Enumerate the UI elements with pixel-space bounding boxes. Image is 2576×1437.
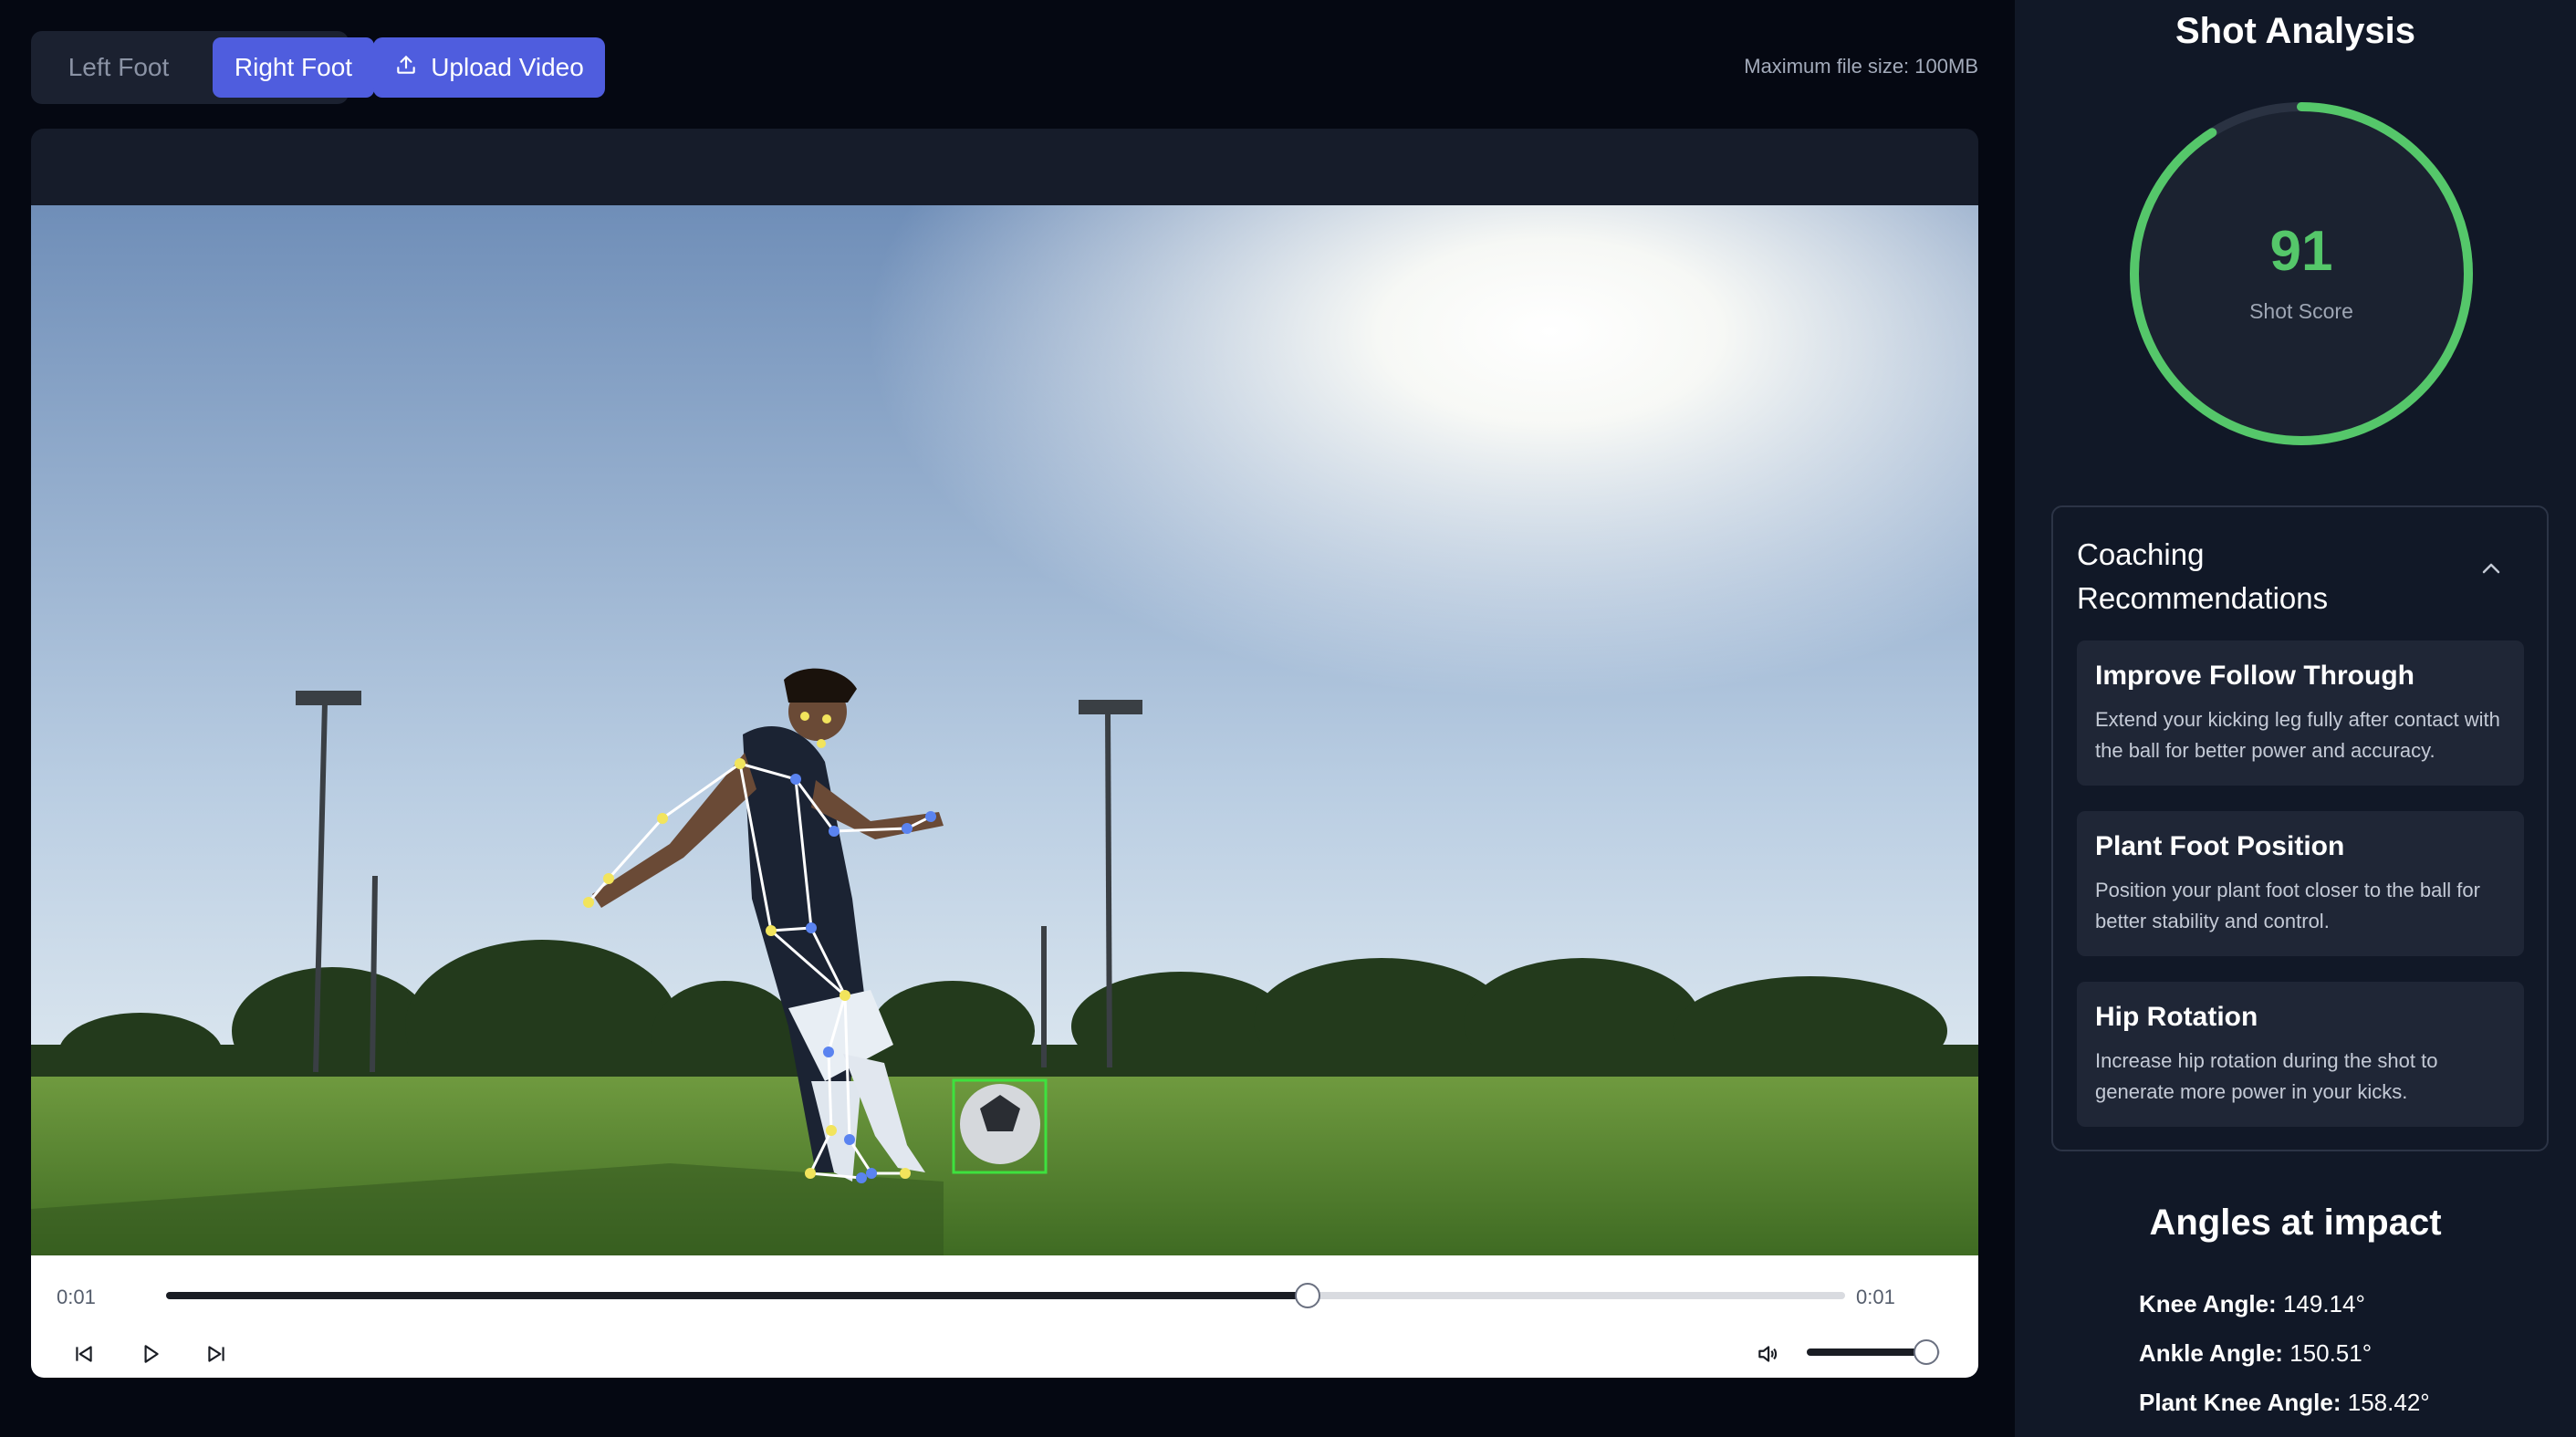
volume-icon[interactable] bbox=[1749, 1336, 1786, 1372]
angle-value: 150.51° bbox=[2289, 1339, 2373, 1367]
seek-bar-handle[interactable] bbox=[1295, 1283, 1321, 1308]
recommendation-title: Hip Rotation bbox=[2095, 1002, 2258, 1032]
angle-label: Knee Angle: bbox=[2139, 1290, 2277, 1317]
max-file-size-note: Maximum file size: 100MB bbox=[1744, 55, 1978, 78]
angle-label: Plant Knee Angle: bbox=[2139, 1389, 2341, 1416]
angles-title: Angles at impact bbox=[2149, 1203, 2442, 1243]
current-time: 0:01 bbox=[57, 1286, 96, 1308]
upload-video-label: Upload Video bbox=[431, 53, 584, 81]
left-foot-button[interactable]: Left Foot bbox=[37, 37, 200, 98]
recommendation-card: Hip Rotation Increase hip rotation durin… bbox=[2077, 982, 2524, 1127]
volume-slider-level bbox=[1807, 1348, 1927, 1356]
recommendation-text: Increase hip rotation during the shot to… bbox=[2095, 1049, 2438, 1103]
seek-bar-progress bbox=[166, 1292, 1309, 1299]
chevron-up-icon[interactable] bbox=[2481, 562, 2501, 579]
recommendation-title: Plant Foot Position bbox=[2095, 831, 2345, 861]
ankle-angle: Ankle Angle: 150.51° bbox=[2139, 1339, 2372, 1368]
recommendation-card: Plant Foot Position Position your plant … bbox=[2077, 811, 2524, 956]
plant-knee-angle: Plant Knee Angle: 158.42° bbox=[2139, 1389, 2430, 1417]
recommendation-title: Improve Follow Through bbox=[2095, 661, 2414, 691]
upload-video-button[interactable]: Upload Video bbox=[373, 37, 605, 98]
duration: 0:01 bbox=[1856, 1286, 1895, 1308]
coaching-recommendations: Coaching Recommendations Improve Follow … bbox=[2051, 505, 2549, 1151]
knee-angle: Knee Angle: 149.14° bbox=[2139, 1290, 2365, 1318]
recommendation-text: Extend your kicking leg fully after cont… bbox=[2095, 708, 2500, 762]
angle-label: Ankle Angle: bbox=[2139, 1339, 2283, 1367]
video-controls: 0:01 0:01 bbox=[31, 1255, 1978, 1378]
angle-value: 158.42° bbox=[2347, 1389, 2430, 1416]
shot-analysis-panel: Shot Analysis 91 Shot Score Coaching Rec… bbox=[2015, 0, 2576, 1437]
upload-icon bbox=[394, 53, 418, 83]
coaching-title: Coaching Recommendations bbox=[2077, 537, 2329, 615]
right-foot-button[interactable]: Right Foot bbox=[213, 37, 374, 98]
seek-bar[interactable] bbox=[166, 1283, 1845, 1308]
play-icon[interactable] bbox=[132, 1336, 169, 1372]
video-player: 0:01 0:01 bbox=[31, 129, 1978, 1378]
volume-slider[interactable] bbox=[1807, 1339, 1940, 1365]
video-frame-image bbox=[31, 205, 1978, 1255]
shot-score-label: Shot Score bbox=[2249, 299, 2353, 323]
angle-value: 149.14° bbox=[2282, 1290, 2365, 1317]
video-frame[interactable] bbox=[31, 205, 1978, 1255]
foot-toggle: Left Foot Right Foot bbox=[31, 31, 374, 104]
shot-score-value: 91 bbox=[2269, 220, 2333, 283]
skip-back-icon[interactable] bbox=[66, 1336, 102, 1372]
recommendation-card: Improve Follow Through Extend your kicki… bbox=[2077, 640, 2524, 786]
recommendation-text: Position your plant foot closer to the b… bbox=[2095, 879, 2480, 932]
skip-forward-icon[interactable] bbox=[198, 1336, 235, 1372]
panel-title: Shot Analysis bbox=[2174, 11, 2416, 51]
volume-slider-handle[interactable] bbox=[1914, 1339, 1940, 1365]
